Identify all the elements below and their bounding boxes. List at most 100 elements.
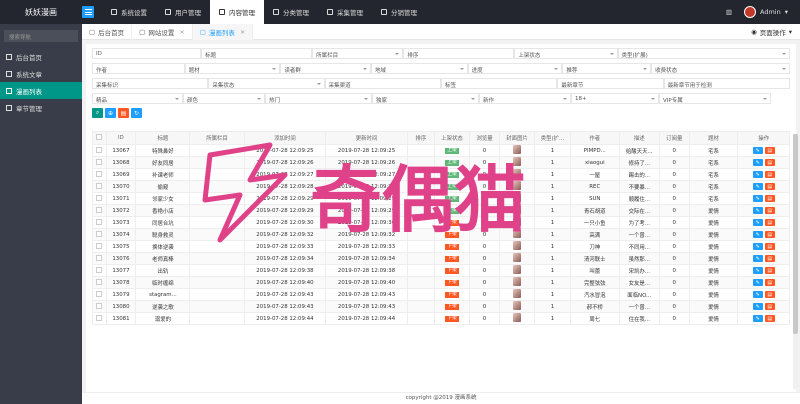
status-badge[interactable]: 上架	[445, 160, 459, 166]
edit-button[interactable]: ✎	[752, 303, 763, 310]
edit-button[interactable]: ✎	[752, 207, 763, 214]
tab-2[interactable]: ▢ 漫画列表 ×	[192, 23, 254, 40]
nav-item-5[interactable]: 分销管理	[372, 0, 426, 24]
filter-row3-4[interactable]: 最新章节	[557, 78, 664, 89]
filter-row4-5[interactable]: 18+	[571, 93, 659, 104]
delete-row-button[interactable]: ▤	[764, 147, 775, 154]
scrollbar[interactable]	[793, 134, 798, 389]
edit-button[interactable]: ✎	[752, 267, 763, 274]
filter-row4-2[interactable]: 热门	[265, 93, 372, 104]
delete-row-button[interactable]: ▤	[764, 315, 775, 322]
filter-row3-5[interactable]: 最新章节用于检测	[663, 78, 790, 89]
filter-row2-2[interactable]: 读者群	[280, 63, 372, 74]
filter-row3-1[interactable]: 采集状态	[208, 78, 325, 89]
delete-row-button[interactable]: ▤	[764, 279, 775, 286]
status-badge[interactable]: 上架	[445, 148, 459, 154]
user-menu[interactable]: Admin ▾	[744, 6, 788, 18]
delete-row-button[interactable]: ▤	[764, 159, 775, 166]
close-icon[interactable]: ×	[240, 28, 245, 36]
status-badge[interactable]: 下架	[445, 256, 459, 262]
edit-button[interactable]: ✎	[752, 171, 763, 178]
filter-row3-0[interactable]: 采集标识	[92, 78, 209, 89]
row-checkbox[interactable]	[96, 206, 103, 213]
row-checkbox[interactable]	[96, 218, 103, 225]
filter-row3-2[interactable]: 采集渠道	[324, 78, 441, 89]
clear-cache-icon[interactable]: ▥	[726, 8, 732, 16]
filter-row1-3[interactable]: 排序	[403, 48, 515, 59]
status-badge[interactable]: 上架	[445, 184, 459, 190]
row-checkbox[interactable]	[96, 242, 103, 249]
filter-row1-2[interactable]: 所属栏目	[312, 48, 404, 59]
filter-row2-3[interactable]: 地域	[371, 63, 468, 74]
nav-item-4[interactable]: 采集管理	[318, 0, 372, 24]
delete-row-button[interactable]: ▤	[764, 183, 775, 190]
edit-button[interactable]: ✎	[752, 243, 763, 250]
row-checkbox[interactable]	[96, 158, 103, 165]
close-icon[interactable]: ×	[179, 28, 184, 36]
edit-button[interactable]: ✎	[752, 183, 763, 190]
filter-row2-4[interactable]: 进度	[467, 63, 563, 74]
add-button[interactable]: ⊕	[105, 108, 116, 118]
edit-button[interactable]: ✎	[752, 195, 763, 202]
filter-row2-6[interactable]: 收费状态	[651, 63, 791, 74]
filter-row1-1[interactable]: 标题	[201, 48, 313, 59]
filter-row2-0[interactable]: 作者	[92, 63, 185, 74]
filter-row4-1[interactable]: 颜色	[183, 93, 265, 104]
status-badge[interactable]: 下架	[445, 268, 459, 274]
filter-row4-4[interactable]: 新作	[479, 93, 571, 104]
row-checkbox[interactable]	[96, 146, 103, 153]
nav-item-0[interactable]: 系统设置	[102, 0, 156, 24]
row-checkbox[interactable]	[96, 182, 103, 189]
nav-item-1[interactable]: 用户管理	[156, 0, 210, 24]
tab-0[interactable]: ▢ 后台首页	[82, 23, 133, 40]
filter-row4-0[interactable]: 精品	[92, 93, 183, 104]
status-badge[interactable]: 上架	[445, 208, 459, 214]
row-checkbox[interactable]	[96, 170, 103, 177]
filter-row1-5[interactable]: 类型(扩展)	[617, 48, 790, 59]
delete-row-button[interactable]: ▤	[764, 195, 775, 202]
delete-row-button[interactable]: ▤	[764, 303, 775, 310]
edit-button[interactable]: ✎	[752, 291, 763, 298]
filter-row4-6[interactable]: VIP专属	[659, 93, 771, 104]
status-badge[interactable]: 下架	[445, 304, 459, 310]
filter-row3-3[interactable]: 标签	[440, 78, 558, 89]
delete-row-button[interactable]: ▤	[764, 231, 775, 238]
delete-row-button[interactable]: ▤	[764, 219, 775, 226]
row-checkbox[interactable]	[96, 290, 103, 297]
row-checkbox[interactable]	[96, 254, 103, 261]
delete-row-button[interactable]: ▤	[764, 243, 775, 250]
filter-row4-3[interactable]: 独家	[372, 93, 479, 104]
status-badge[interactable]: 下架	[445, 220, 459, 226]
edit-button[interactable]: ✎	[752, 219, 763, 226]
row-checkbox[interactable]	[96, 230, 103, 237]
select-all-checkbox[interactable]	[96, 134, 103, 140]
status-badge[interactable]: 下架	[445, 244, 459, 250]
status-badge[interactable]: 上架	[445, 196, 459, 202]
edit-button[interactable]: ✎	[752, 147, 763, 154]
status-badge[interactable]: 下架	[445, 232, 459, 238]
filter-row1-0[interactable]: ID	[92, 48, 202, 59]
delete-button[interactable]: ▤	[118, 108, 129, 118]
edit-button[interactable]: ✎	[752, 255, 763, 262]
sidebar-item-0[interactable]: 后台首页	[0, 48, 82, 65]
sidebar-item-3[interactable]: 章节管理	[0, 99, 82, 116]
row-checkbox[interactable]	[96, 302, 103, 309]
sidebar-item-1[interactable]: 系统文章	[0, 65, 82, 82]
row-checkbox[interactable]	[96, 194, 103, 201]
delete-row-button[interactable]: ▤	[764, 171, 775, 178]
nav-item-3[interactable]: 分类管理	[264, 0, 318, 24]
edit-button[interactable]: ✎	[752, 159, 763, 166]
edit-button[interactable]: ✎	[752, 231, 763, 238]
delete-row-button[interactable]: ▤	[764, 267, 775, 274]
tab-1[interactable]: ▢ 网站设置 ×	[132, 23, 193, 40]
filter-row2-5[interactable]: 推荐	[562, 63, 652, 74]
status-badge[interactable]: 上架	[445, 172, 459, 178]
sidebar-search-input[interactable]: 搜索导航	[4, 30, 78, 42]
row-checkbox[interactable]	[96, 266, 103, 273]
refresh-button[interactable]: ↻	[131, 108, 142, 118]
filter-row2-1[interactable]: 题材	[184, 63, 281, 74]
delete-row-button[interactable]: ▤	[764, 291, 775, 298]
menu-toggle-icon[interactable]	[82, 6, 94, 18]
status-badge[interactable]: 下架	[445, 316, 459, 322]
status-badge[interactable]: 下架	[445, 280, 459, 286]
